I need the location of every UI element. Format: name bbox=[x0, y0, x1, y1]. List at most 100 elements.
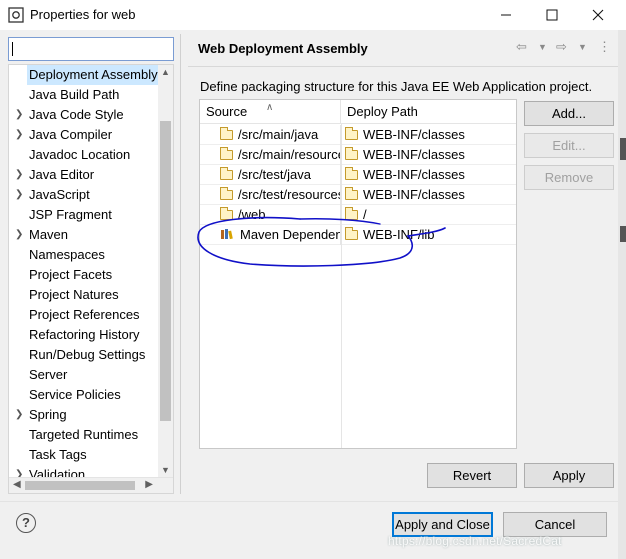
revert-button[interactable]: Revert bbox=[427, 463, 517, 488]
nav-item-label: Java Build Path bbox=[29, 87, 120, 102]
expand-arrow-icon[interactable]: ❯ bbox=[15, 125, 25, 145]
add-button[interactable]: Add... bbox=[524, 101, 614, 126]
nav-item-java-compiler[interactable]: ❯ Java Compiler bbox=[9, 125, 159, 145]
nav-item-javascript[interactable]: ❯ JavaScript bbox=[9, 185, 159, 205]
deploy-path-text: WEB-INF/classes bbox=[363, 187, 465, 202]
nav-item-project-natures[interactable]: Project Natures bbox=[9, 285, 159, 305]
folder-icon bbox=[220, 147, 233, 160]
table-row[interactable]: /src/main/resources WEB-INF/classes bbox=[200, 145, 516, 165]
expand-arrow-icon[interactable]: ❯ bbox=[15, 225, 25, 245]
nav-item-java-build-path[interactable]: Java Build Path bbox=[9, 85, 159, 105]
nav-item-refactoring-history[interactable]: Refactoring History bbox=[9, 325, 159, 345]
expand-arrow-icon[interactable]: ❯ bbox=[15, 165, 25, 185]
nav-item-targeted-runtimes[interactable]: Targeted Runtimes bbox=[9, 425, 159, 445]
scrollbar-thumb[interactable] bbox=[160, 121, 171, 421]
nav-item-label: Maven bbox=[29, 227, 69, 242]
nav-item-deployment-assembly[interactable]: Deployment Assembly bbox=[9, 65, 159, 85]
table-row[interactable]: /src/test/resources WEB-INF/classes bbox=[200, 185, 516, 205]
column-divider bbox=[341, 124, 342, 448]
remove-button[interactable]: Remove bbox=[524, 165, 614, 190]
expand-arrow-icon[interactable]: ❯ bbox=[15, 185, 25, 205]
nav-item-project-references[interactable]: Project References bbox=[9, 305, 159, 325]
nav-item-label: Project Facets bbox=[29, 267, 113, 282]
column-header-deploy-path[interactable]: Deploy Path bbox=[341, 100, 516, 124]
source-cell: Maven Dependencies bbox=[200, 225, 341, 245]
nav-item-run-debug-settings[interactable]: Run/Debug Settings bbox=[9, 345, 159, 365]
nav-item-label: Spring bbox=[29, 407, 67, 422]
nav-item-label: Java Code Style bbox=[29, 107, 124, 122]
nav-item-label: Validation bbox=[29, 467, 86, 477]
scroll-up-icon[interactable]: ▲ bbox=[161, 67, 170, 77]
table-row[interactable]: Maven Dependencies WEB-INF/lib bbox=[200, 225, 516, 245]
header-separator bbox=[188, 66, 618, 67]
nav-item-server[interactable]: Server bbox=[9, 365, 159, 385]
scroll-down-icon[interactable]: ▼ bbox=[161, 465, 170, 475]
table-row[interactable]: /web / bbox=[200, 205, 516, 225]
edit-button[interactable]: Edit... bbox=[524, 133, 614, 158]
sort-ascending-icon: ∧ bbox=[266, 102, 274, 113]
table-header: Source ∧ Deploy Path bbox=[200, 100, 516, 124]
view-menu-icon[interactable]: ⋮ bbox=[598, 39, 611, 55]
table-row[interactable]: /src/main/java WEB-INF/classes bbox=[200, 125, 516, 145]
nav-item-namespaces[interactable]: Namespaces bbox=[9, 245, 159, 265]
filter-text[interactable] bbox=[9, 38, 173, 60]
column-header-source[interactable]: Source ∧ bbox=[200, 100, 341, 124]
deploy-path-text: WEB-INF/lib bbox=[363, 227, 435, 242]
close-button[interactable] bbox=[575, 0, 621, 30]
maximize-icon bbox=[546, 9, 558, 21]
scroll-left-icon[interactable]: ◀ bbox=[13, 479, 21, 490]
nav-item-label: Java Editor bbox=[29, 167, 95, 182]
nav-item-service-policies[interactable]: Service Policies bbox=[9, 385, 159, 405]
nav-item-label: Refactoring History bbox=[29, 327, 140, 342]
maximize-button[interactable] bbox=[529, 0, 575, 30]
minimize-icon bbox=[501, 14, 511, 16]
folder-icon bbox=[345, 167, 358, 180]
nav-item-spring[interactable]: ❯ Spring bbox=[9, 405, 159, 425]
nav-item-label: JSP Fragment bbox=[29, 207, 112, 222]
source-cell: /src/test/resources bbox=[200, 185, 341, 205]
table-row[interactable]: /src/test/java WEB-INF/classes bbox=[200, 165, 516, 185]
close-icon bbox=[592, 9, 604, 21]
expand-arrow-icon[interactable]: ❯ bbox=[15, 465, 25, 477]
folder-icon bbox=[345, 127, 358, 140]
text-caret bbox=[12, 42, 13, 56]
pane-divider[interactable] bbox=[180, 34, 181, 494]
minimize-button[interactable] bbox=[483, 0, 529, 30]
tree-vertical-scrollbar[interactable]: ▲ ▼ bbox=[158, 65, 173, 477]
scroll-right-icon[interactable]: ▶ bbox=[145, 479, 153, 490]
forward-menu-icon[interactable]: ▼ bbox=[578, 42, 587, 52]
forward-icon[interactable]: ⇨ bbox=[556, 39, 567, 55]
nav-item-maven[interactable]: ❯ Maven bbox=[9, 225, 159, 245]
folder-icon bbox=[220, 167, 233, 180]
eclipse-icon bbox=[8, 7, 24, 23]
nav-item-label: Project Natures bbox=[29, 287, 119, 302]
expand-arrow-icon[interactable]: ❯ bbox=[15, 405, 25, 425]
deploy-path-cell: WEB-INF/classes bbox=[341, 185, 516, 205]
apply-button[interactable]: Apply bbox=[524, 463, 614, 488]
expand-arrow-icon[interactable]: ❯ bbox=[15, 105, 25, 125]
nav-item-validation[interactable]: ❯ Validation bbox=[9, 465, 159, 477]
back-menu-icon[interactable]: ▼ bbox=[538, 42, 547, 52]
nav-item-java-code-style[interactable]: ❯ Java Code Style bbox=[9, 105, 159, 125]
nav-item-label: Run/Debug Settings bbox=[29, 347, 146, 362]
tree-horizontal-scrollbar[interactable]: ◀ ▶ bbox=[9, 477, 173, 493]
source-text: /src/test/resources bbox=[238, 187, 341, 202]
folder-icon bbox=[345, 147, 358, 160]
properties-tree-list: Deployment Assembly Java Build Path ❯ Jav… bbox=[9, 65, 159, 477]
nav-item-javadoc-location[interactable]: Javadoc Location bbox=[9, 145, 159, 165]
nav-item-jsp-fragment[interactable]: JSP Fragment bbox=[9, 205, 159, 225]
help-icon[interactable]: ? bbox=[16, 513, 36, 533]
nav-item-project-facets[interactable]: Project Facets bbox=[9, 265, 159, 285]
nav-item-task-tags[interactable]: Task Tags bbox=[9, 445, 159, 465]
background-mark bbox=[620, 226, 626, 242]
back-icon[interactable]: ⇦ bbox=[516, 39, 527, 55]
deploy-path-text: WEB-INF/classes bbox=[363, 167, 465, 182]
deployment-table: Source ∧ Deploy Path /src/main/java WEB-… bbox=[199, 99, 517, 449]
filter-input[interactable] bbox=[8, 37, 174, 61]
folder-icon bbox=[345, 187, 358, 200]
deploy-path-text: / bbox=[363, 207, 367, 222]
nav-item-java-editor[interactable]: ❯ Java Editor bbox=[9, 165, 159, 185]
source-text: Maven Dependencies bbox=[240, 227, 340, 242]
scrollbar-thumb[interactable] bbox=[25, 481, 135, 490]
nav-item-label: Java Compiler bbox=[29, 127, 113, 142]
